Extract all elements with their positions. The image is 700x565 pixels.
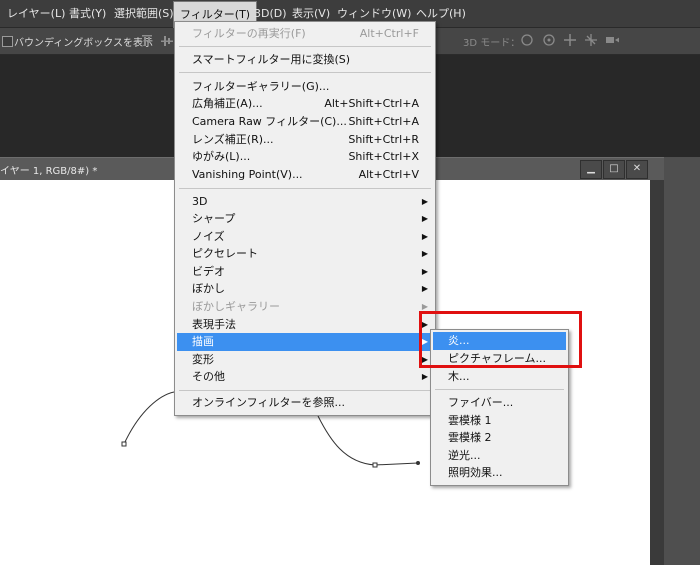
menu-item-blur[interactable]: ぼかし ▶	[177, 280, 433, 298]
menu-item-label: Camera Raw フィルター(C)...	[192, 115, 347, 128]
menu-item-adaptive-wide-angle[interactable]: 広角補正(A)... Alt+Shift+Ctrl+A	[177, 95, 433, 113]
menu-item-sharpen[interactable]: シャープ ▶	[177, 210, 433, 228]
menu-item-noise[interactable]: ノイズ ▶	[177, 228, 433, 246]
menu-item-camera-raw[interactable]: Camera Raw フィルター(C)... Shift+Ctrl+A	[177, 113, 433, 131]
submenu-arrow-icon: ▶	[421, 284, 428, 293]
menu-item-other[interactable]: その他 ▶	[177, 368, 433, 386]
submenu-item-fibers[interactable]: ファイバー...	[433, 394, 566, 412]
3d-roll-icon[interactable]	[542, 33, 556, 47]
restore-button[interactable]: □	[603, 160, 625, 179]
menu-item-label: 3D	[192, 195, 208, 208]
menu-item-label: 木...	[448, 370, 470, 383]
menu-separator	[179, 46, 431, 47]
submenu-arrow-icon: ▶	[421, 232, 428, 241]
menu-item-label: 描画	[192, 335, 214, 348]
filter-menu: フィルターの再実行(F) Alt+Ctrl+F スマートフィルター用に変換(S)…	[174, 21, 436, 416]
align-top-icon[interactable]	[140, 34, 154, 48]
menu-item-label: 変形	[192, 353, 214, 366]
submenu-arrow-icon: ▶	[421, 214, 428, 223]
menu-item-label: スマートフィルター用に変換(S)	[192, 53, 351, 66]
menu-item-liquify[interactable]: ゆがみ(L)... Shift+Ctrl+X	[177, 148, 433, 166]
menu-item-label: ぼかし	[192, 282, 225, 295]
menu-item-label: レンズ補正(R)...	[192, 133, 274, 146]
3d-pan-icon[interactable]	[563, 33, 577, 47]
menu-item-label: ピクセレート	[192, 247, 258, 260]
menu-item-last-filter: フィルターの再実行(F) Alt+Ctrl+F	[177, 25, 433, 43]
align-middle-icon[interactable]	[160, 34, 174, 48]
menu-item-label: 雲模様 2	[448, 431, 492, 444]
submenu-item-tree[interactable]: 木...	[433, 368, 566, 386]
3d-scale-icon[interactable]	[605, 33, 619, 47]
menu-item-distort[interactable]: 変形 ▶	[177, 351, 433, 369]
submenu-arrow-icon: ▶	[421, 372, 428, 381]
menu-item-label: ぼかしギャラリー	[192, 300, 280, 313]
menu-item-blur-gallery: ぼかしギャラリー ▶	[177, 298, 433, 316]
submenu-item-lens-flare[interactable]: 逆光...	[433, 447, 566, 465]
submenu-arrow-icon: ▶	[421, 249, 428, 258]
menu-item-label: その他	[192, 370, 225, 383]
submenu-arrow-icon: ▶	[421, 267, 428, 276]
render-submenu: 炎... ピクチャフレーム... 木... ファイバー... 雲模様 1 雲模様…	[430, 329, 569, 486]
menu-item-pixelate[interactable]: ピクセレート ▶	[177, 245, 433, 263]
bounding-box-label: バウンディングボックスを表示	[14, 38, 153, 49]
submenu-arrow-icon: ▶	[421, 197, 428, 206]
minimize-button[interactable]: ▁	[580, 160, 602, 179]
submenu-arrow-icon: ▶	[421, 302, 428, 311]
menu-item-shortcut: Alt+Ctrl+F	[359, 27, 419, 40]
menu-item-label: シャープ	[192, 212, 236, 225]
menu-item-shortcut: Shift+Ctrl+A	[348, 115, 419, 128]
vertical-scrollbar[interactable]	[650, 180, 664, 565]
menu-item-stylize[interactable]: 表現手法 ▶	[177, 316, 433, 334]
menu-separator	[179, 188, 431, 189]
menu-item-label: ビデオ	[192, 265, 225, 278]
menu-item-shortcut: Shift+Ctrl+R	[348, 133, 419, 146]
3d-mode-label: 3D モード：	[463, 38, 521, 49]
menu-item-shortcut: Alt+Shift+Ctrl+A	[324, 97, 419, 110]
submenu-arrow-icon: ▶	[421, 320, 428, 329]
menu-item-render[interactable]: 描画 ▶	[177, 333, 433, 351]
menu-select[interactable]: 選択範囲(S)	[108, 0, 180, 27]
menu-separator	[179, 72, 431, 73]
menu-separator	[179, 390, 431, 391]
menu-item-label: フィルターの再実行(F)	[192, 27, 306, 40]
menu-item-label: ゆがみ(L)...	[192, 150, 251, 163]
menu-item-vanishing-point[interactable]: Vanishing Point(V)... Alt+Ctrl+V	[177, 166, 433, 184]
submenu-item-flame[interactable]: 炎...	[433, 332, 566, 350]
menu-separator	[435, 389, 564, 390]
menu-item-shortcut: Shift+Ctrl+X	[348, 150, 419, 163]
menu-item-lens-correction[interactable]: レンズ補正(R)... Shift+Ctrl+R	[177, 131, 433, 149]
document-title: イヤー 1, RGB/8#) *	[0, 166, 98, 177]
menu-item-label: 逆光...	[448, 449, 481, 462]
3d-slide-icon[interactable]	[584, 33, 598, 47]
submenu-item-picture-frame[interactable]: ピクチャフレーム...	[433, 350, 566, 368]
menu-item-label: 雲模様 1	[448, 414, 492, 427]
menu-item-label: Vanishing Point(V)...	[192, 168, 303, 181]
menu-type[interactable]: 書式(Y)	[63, 0, 112, 27]
menu-item-label: 炎...	[448, 334, 470, 347]
submenu-item-clouds[interactable]: 雲模様 1	[433, 412, 566, 430]
bounding-box-checkbox[interactable]	[2, 36, 13, 47]
menu-item-shortcut: Alt+Ctrl+V	[358, 168, 419, 181]
submenu-arrow-icon: ▶	[421, 355, 428, 364]
menu-item-label: 表現手法	[192, 318, 236, 331]
menu-item-convert-smart-filter[interactable]: スマートフィルター用に変換(S)	[177, 51, 433, 69]
menu-item-filter-gallery[interactable]: フィルターギャラリー(G)...	[177, 78, 433, 96]
menu-item-label: 照明効果...	[448, 466, 503, 479]
menu-item-browse-online-filters[interactable]: オンラインフィルターを参照...	[177, 394, 433, 412]
menu-item-label: フィルターギャラリー(G)...	[192, 80, 330, 93]
close-button[interactable]: ✕	[626, 160, 648, 179]
submenu-item-difference-clouds[interactable]: 雲模様 2	[433, 429, 566, 447]
panel-gutter	[664, 157, 700, 565]
menu-item-label: ファイバー...	[448, 396, 514, 409]
menu-item-video[interactable]: ビデオ ▶	[177, 263, 433, 281]
menu-item-label: オンラインフィルターを参照...	[192, 396, 345, 409]
menu-item-3d[interactable]: 3D ▶	[177, 193, 433, 211]
submenu-arrow-icon: ▶	[421, 337, 428, 346]
menu-item-label: 広角補正(A)...	[192, 97, 263, 110]
menu-layer[interactable]: レイヤー(L)	[1, 0, 71, 27]
menu-item-label: ピクチャフレーム...	[448, 352, 547, 365]
submenu-item-lighting-effects[interactable]: 照明効果...	[433, 464, 566, 482]
3d-rotate-icon[interactable]	[520, 33, 534, 47]
menu-item-label: ノイズ	[192, 230, 225, 243]
